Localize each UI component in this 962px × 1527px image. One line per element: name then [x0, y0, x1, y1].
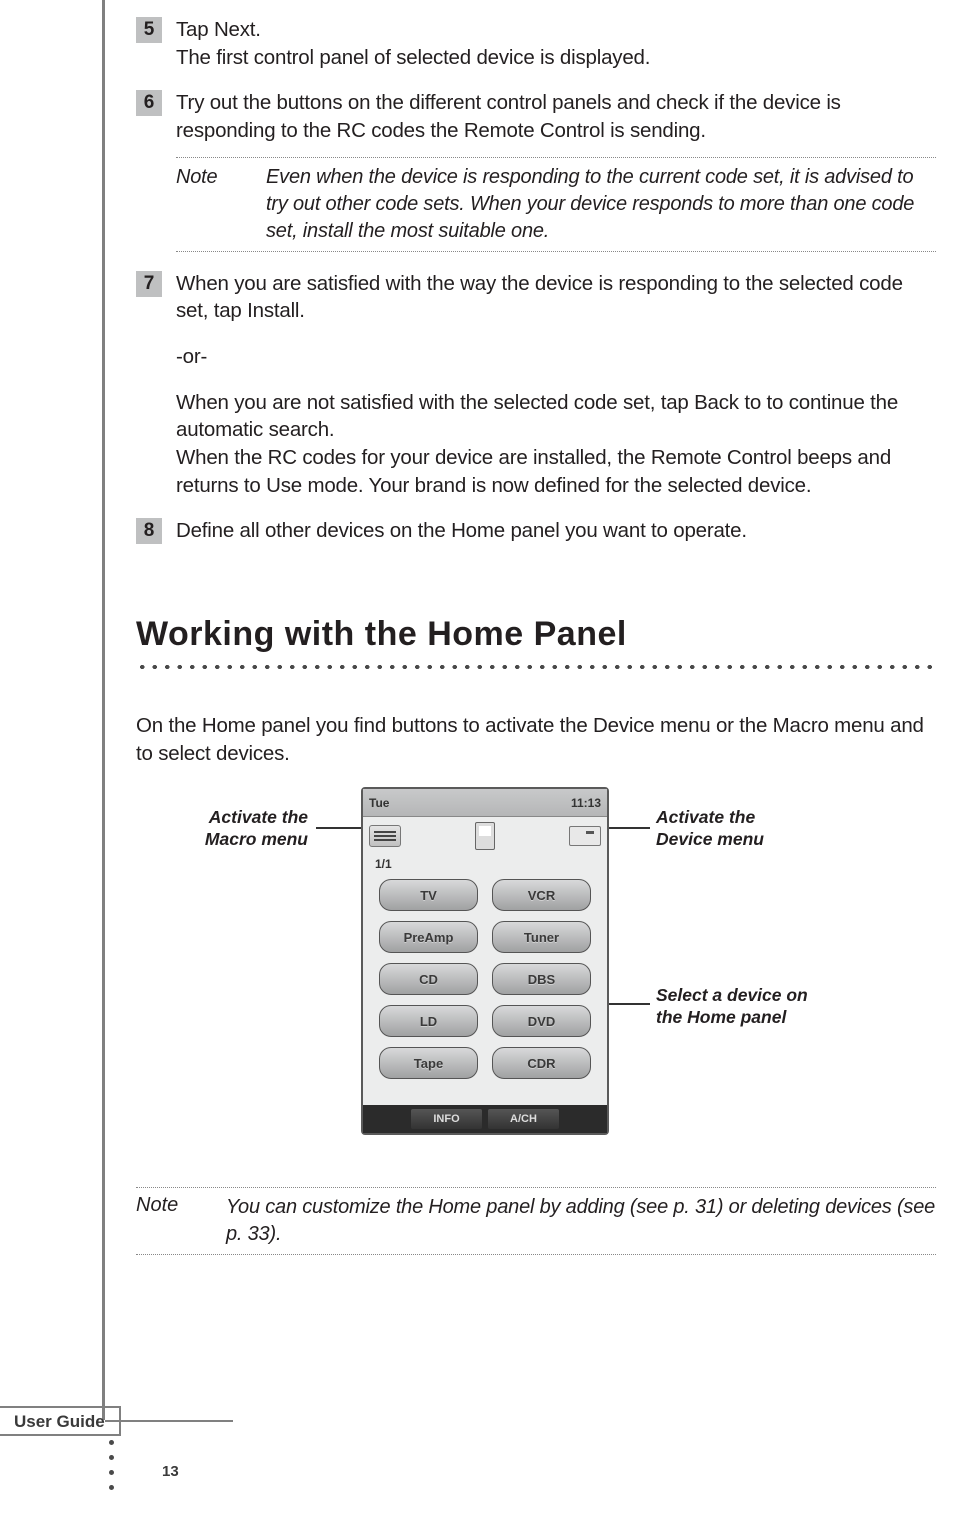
step-text: Try out the buttons on the different con…: [176, 91, 841, 142]
macro-menu-icon[interactable]: [369, 825, 401, 847]
step-text: When you are satisfied with the way the …: [176, 270, 936, 325]
note-text: You can customize the Home panel by addi…: [226, 1194, 936, 1248]
margin-rule: [102, 0, 105, 1420]
device-mockup: Tue 11:13 1/1 TV VCR PreAmp Tuner CD DBS…: [361, 787, 609, 1135]
footer-rule: [105, 1420, 233, 1422]
step-7: 7 When you are satisfied with the way th…: [136, 270, 936, 500]
dotted-rule: [136, 662, 936, 672]
footer-dots: [109, 1440, 114, 1500]
callout-device-menu: Activate the Device menu: [656, 807, 796, 851]
device-time: 11:13: [571, 796, 601, 810]
device-button-ld[interactable]: LD: [379, 1005, 478, 1037]
device-footer: INFO A/CH: [363, 1105, 607, 1133]
page-indicator: 1/1: [375, 857, 392, 871]
step-text: When you are not satisfied with the sele…: [176, 389, 936, 444]
callout-line: [602, 827, 650, 829]
device-day: Tue: [369, 796, 389, 810]
note-label: Note: [176, 164, 236, 245]
step-8: 8 Define all other devices on the Home p…: [136, 517, 936, 545]
device-button-dvd[interactable]: DVD: [492, 1005, 591, 1037]
device-button-cd[interactable]: CD: [379, 963, 478, 995]
note-text: Even when the device is responding to th…: [266, 164, 936, 245]
device-button-cdr[interactable]: CDR: [492, 1047, 591, 1079]
note-label: Note: [136, 1194, 196, 1248]
step-or: -or-: [176, 343, 936, 371]
device-button-tuner[interactable]: Tuner: [492, 921, 591, 953]
device-button-vcr[interactable]: VCR: [492, 879, 591, 911]
step-body: When you are satisfied with the way the …: [176, 270, 936, 500]
note-box: Note Even when the device is responding …: [176, 157, 936, 252]
section-title: Working with the Home Panel: [136, 615, 936, 654]
intro-paragraph: On the Home panel you find buttons to ac…: [136, 712, 936, 767]
callout-select-device: Select a device on the Home panel: [656, 985, 836, 1029]
info-button[interactable]: INFO: [411, 1109, 482, 1129]
device-button-grid: TV VCR PreAmp Tuner CD DBS LD DVD Tape C…: [379, 879, 591, 1079]
device-menu-icon[interactable]: [569, 826, 601, 846]
ach-button[interactable]: A/CH: [488, 1109, 559, 1129]
device-button-tv[interactable]: TV: [379, 879, 478, 911]
step-number: 8: [136, 518, 162, 544]
step-body: Define all other devices on the Home pan…: [176, 517, 936, 545]
callout-macro: Activate the Macro menu: [178, 807, 308, 851]
step-6: 6 Try out the buttons on the different c…: [136, 89, 936, 251]
step-body: Tap Next. The first control panel of sel…: [176, 16, 936, 71]
device-button-dbs[interactable]: DBS: [492, 963, 591, 995]
step-number: 6: [136, 90, 162, 116]
step-5: 5 Tap Next. The first control panel of s…: [136, 16, 936, 71]
step-number: 5: [136, 17, 162, 43]
page-content: 5 Tap Next. The first control panel of s…: [136, 16, 936, 1255]
step-text: When the RC codes for your device are in…: [176, 444, 936, 499]
note-box: Note You can customize the Home panel by…: [136, 1187, 936, 1255]
step-body: Try out the buttons on the different con…: [176, 89, 936, 251]
step-text: The first control panel of selected devi…: [176, 46, 650, 69]
step-text: Define all other devices on the Home pan…: [176, 519, 747, 542]
remote-icon: [475, 822, 495, 850]
device-toolbar: [363, 817, 607, 855]
device-header: Tue 11:13: [363, 789, 607, 817]
home-panel-diagram: Activate the Macro menu Activate the Dev…: [136, 787, 936, 1157]
step-number: 7: [136, 271, 162, 297]
step-heading: Tap Next.: [176, 18, 261, 41]
device-button-tape[interactable]: Tape: [379, 1047, 478, 1079]
device-button-preamp[interactable]: PreAmp: [379, 921, 478, 953]
footer-tab: User Guide: [0, 1406, 121, 1436]
page-number: 13: [162, 1463, 179, 1480]
